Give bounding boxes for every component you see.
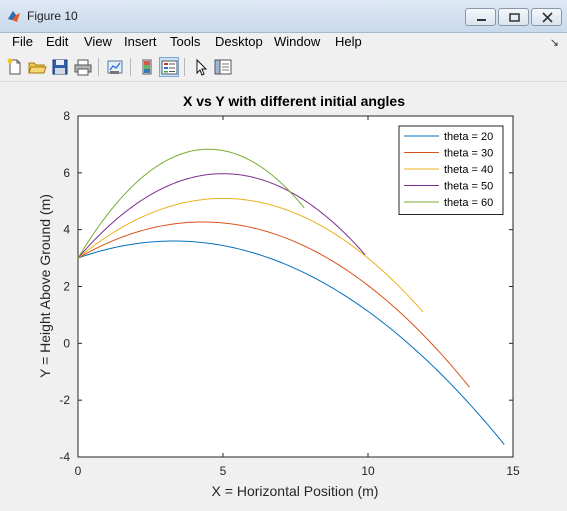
menu-view[interactable]: View xyxy=(84,34,112,49)
menu-desktop[interactable]: Desktop xyxy=(215,34,263,49)
figure-toolbar xyxy=(0,53,567,82)
save-icon xyxy=(52,59,68,75)
close-icon xyxy=(542,12,553,23)
menu-tools[interactable]: Tools xyxy=(170,34,200,49)
menu-edit[interactable]: Edit xyxy=(46,34,68,49)
save-button[interactable] xyxy=(50,57,70,77)
new-figure-icon xyxy=(7,58,21,75)
x-tick-label: 0 xyxy=(75,464,82,478)
x-tick-label: 10 xyxy=(361,464,375,478)
menu-insert[interactable]: Insert xyxy=(124,34,157,49)
insert-colorbar-button[interactable] xyxy=(137,57,157,77)
x-tick-label: 15 xyxy=(506,464,520,478)
toolbar-separator xyxy=(184,58,185,76)
matlab-icon xyxy=(8,11,20,22)
chart-title: X vs Y with different initial angles xyxy=(183,93,405,109)
x-tick-label: 5 xyxy=(220,464,227,478)
legend-label: theta = 20 xyxy=(444,131,493,143)
insert-legend-button[interactable] xyxy=(159,57,179,77)
print-icon xyxy=(74,59,92,76)
insert-legend-icon xyxy=(161,60,178,75)
y-tick-label: -2 xyxy=(59,393,70,407)
menu-help[interactable]: Help xyxy=(335,34,362,49)
menu-file[interactable]: File xyxy=(12,34,33,49)
y-tick-label: 8 xyxy=(63,109,70,123)
plot-svg: X vs Y with different initial angles 0 5 1… xyxy=(37,93,520,499)
window-title: Figure 10 xyxy=(27,9,78,23)
close-button[interactable] xyxy=(531,8,562,26)
link-plot-button[interactable] xyxy=(105,57,125,77)
print-button[interactable] xyxy=(73,57,93,77)
y-tick-label: 4 xyxy=(63,223,70,237)
y-tick-label: -4 xyxy=(59,450,70,464)
dock-arrow-icon[interactable]: ↘ xyxy=(550,36,559,49)
title-bar: Figure 10 xyxy=(0,0,567,33)
maximize-button[interactable] xyxy=(498,8,529,26)
y-tick-label: 2 xyxy=(63,280,70,294)
legend-label: theta = 40 xyxy=(444,164,493,176)
insert-colorbar-icon xyxy=(142,59,152,75)
legend[interactable]: theta = 20 theta = 30 theta = 40 theta = 50… xyxy=(398,125,504,215)
open-file-icon xyxy=(28,62,47,74)
minimize-icon xyxy=(477,19,486,21)
toolbar-separator xyxy=(98,58,99,76)
property-inspector-icon xyxy=(214,59,232,75)
legend-label: theta = 30 xyxy=(444,148,493,160)
menu-window[interactable]: Window xyxy=(274,34,320,49)
y-tick-label: 6 xyxy=(63,166,70,180)
x-axis-label: X = Horizontal Position (m) xyxy=(212,483,379,499)
maximize-icon xyxy=(509,13,520,22)
y-axis-label: Y = Height Above Ground (m) xyxy=(37,194,53,378)
toolbar-separator xyxy=(130,58,131,76)
new-figure-button[interactable] xyxy=(5,57,25,77)
edit-plot-icon xyxy=(196,58,208,76)
figure-canvas: X vs Y with different initial angles 0 5 1… xyxy=(6,84,561,505)
legend-label: theta = 50 xyxy=(444,181,493,193)
edit-plot-button[interactable] xyxy=(191,57,211,77)
minimize-button[interactable] xyxy=(465,8,496,26)
open-file-button[interactable] xyxy=(27,57,47,77)
property-inspector-button[interactable] xyxy=(213,57,233,77)
link-plot-icon xyxy=(107,60,123,74)
y-tick-label: 0 xyxy=(63,336,70,350)
menu-bar: File Edit View Insert Tools Desktop Wind… xyxy=(0,33,567,53)
legend-label: theta = 60 xyxy=(444,197,493,209)
